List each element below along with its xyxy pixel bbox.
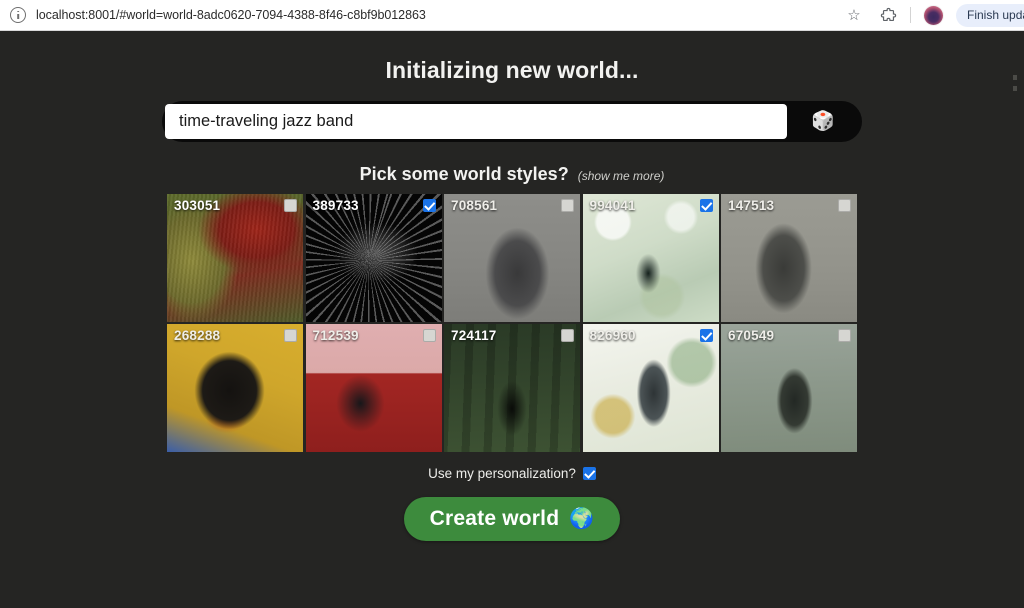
- style-card-checkbox[interactable]: [284, 199, 297, 212]
- prompt-row: 🎲: [162, 101, 862, 142]
- style-card-id: 389733: [312, 198, 359, 213]
- create-world-button[interactable]: Create world 🌍: [403, 497, 621, 541]
- browser-toolbar: localhost:8001/#world=world-8adc0620-709…: [0, 0, 1024, 31]
- style-card-checkbox[interactable]: [838, 199, 851, 212]
- page-edge-marker: [1013, 75, 1023, 91]
- avatar: [923, 5, 943, 25]
- personalization-checkbox[interactable]: [582, 467, 596, 480]
- style-card-id: 268288: [174, 328, 221, 343]
- style-card[interactable]: 147513: [721, 194, 857, 322]
- randomize-prompt-button[interactable]: 🎲: [787, 104, 859, 139]
- style-card-artwork: [444, 194, 580, 322]
- style-card-checkbox[interactable]: [561, 329, 574, 342]
- style-card-artwork: [582, 324, 719, 452]
- style-card-artwork: [444, 324, 580, 452]
- style-card-artwork: [305, 194, 442, 322]
- style-card-checkbox[interactable]: [699, 199, 713, 212]
- show-me-more-link[interactable]: (show me more): [578, 169, 665, 183]
- style-card-checkbox[interactable]: [422, 329, 436, 342]
- style-card[interactable]: 994041: [582, 194, 719, 322]
- finish-update-button[interactable]: Finish update: [956, 3, 1024, 27]
- page-title: Initializing new world...: [385, 57, 639, 83]
- style-card-artwork: [167, 194, 303, 322]
- style-card-grid: 303051 389733 708561 994041 147513 268288 7125…: [167, 194, 857, 452]
- style-card-artwork: [582, 194, 719, 322]
- personalization-row: Use my personalization?: [428, 466, 596, 481]
- style-card-artwork: [721, 194, 857, 322]
- style-card-checkbox[interactable]: [422, 199, 436, 212]
- toolbar-divider: [910, 7, 911, 23]
- world-setup-panel: Initializing new world... 🎲 Pick some wo…: [0, 31, 1024, 541]
- puzzle-piece-icon: [880, 7, 896, 21]
- style-card-artwork: [305, 324, 442, 452]
- style-card[interactable]: 303051: [167, 194, 303, 322]
- globe-icon: 🌍: [569, 508, 595, 530]
- style-card-checkbox[interactable]: [838, 329, 851, 342]
- dice-icon: 🎲: [811, 111, 835, 132]
- style-card-id: 724117: [451, 328, 497, 343]
- styles-heading: Pick some world styles?: [359, 164, 569, 184]
- extensions-button[interactable]: [871, 0, 905, 31]
- style-card-artwork: [721, 324, 857, 452]
- style-card-id: 708561: [451, 198, 498, 213]
- url-text: localhost:8001/#world=world-8adc0620-709…: [36, 8, 426, 22]
- create-world-label: Create world: [429, 507, 560, 530]
- style-card-id: 670549: [728, 328, 775, 343]
- info-circle-icon[interactable]: [10, 7, 26, 23]
- style-card-id: 303051: [174, 198, 221, 213]
- style-card-id: 147513: [728, 198, 775, 213]
- style-card-checkbox[interactable]: [284, 329, 297, 342]
- style-card-artwork: [167, 324, 303, 452]
- style-card-checkbox[interactable]: [561, 199, 574, 212]
- bookmark-button[interactable]: ☆: [837, 0, 871, 31]
- world-prompt-input[interactable]: [165, 104, 787, 139]
- style-card[interactable]: 670549: [721, 324, 857, 452]
- profile-button[interactable]: [916, 0, 950, 31]
- style-card-id: 712539: [312, 328, 359, 343]
- star-icon: ☆: [847, 6, 861, 24]
- toolbar-actions: ☆ Finish update: [837, 0, 1024, 31]
- page-body: Initializing new world... 🎲 Pick some wo…: [0, 31, 1024, 608]
- personalization-label: Use my personalization?: [428, 466, 576, 481]
- style-card-id: 826960: [589, 328, 636, 343]
- style-card[interactable]: 268288: [167, 324, 303, 452]
- style-card[interactable]: 389733: [305, 194, 442, 322]
- style-card[interactable]: 712539: [305, 324, 442, 452]
- style-card[interactable]: 708561: [444, 194, 580, 322]
- style-card-id: 994041: [589, 198, 636, 213]
- styles-heading-row: Pick some world styles? (show me more): [360, 164, 665, 185]
- style-card[interactable]: 826960: [582, 324, 719, 452]
- style-card[interactable]: 724117: [444, 324, 580, 452]
- address-bar[interactable]: localhost:8001/#world=world-8adc0620-709…: [0, 0, 837, 31]
- style-card-checkbox[interactable]: [699, 329, 713, 342]
